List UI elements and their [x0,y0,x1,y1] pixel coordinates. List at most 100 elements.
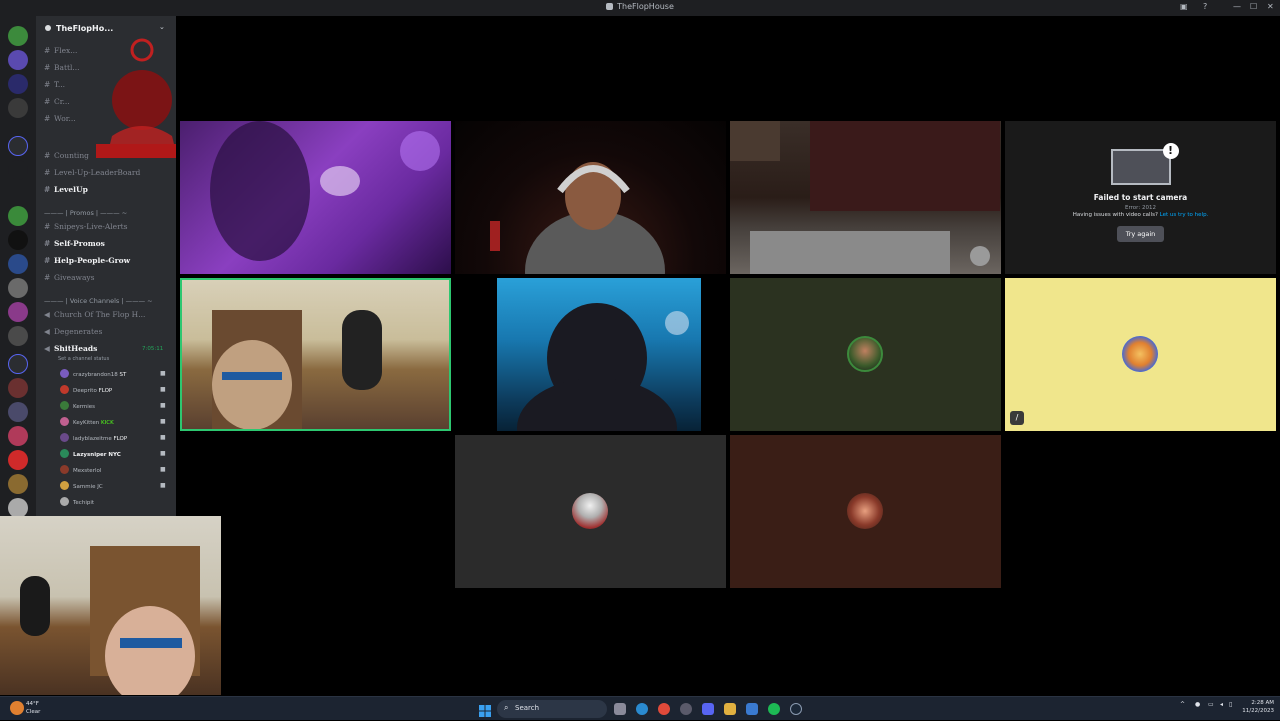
taskbar-search[interactable]: ⌕ Search [497,700,607,718]
task-view-icon[interactable] [614,703,626,715]
channel-item[interactable]: # Wor... [44,114,76,128]
edge-icon[interactable] [636,703,648,715]
avatar [60,417,69,426]
category-voice[interactable]: ——— | Voice Channels | ——— ~ [44,297,153,305]
user-tag: FLOP [98,388,113,394]
avatar-tile[interactable]: / [1005,278,1276,431]
hash-icon: # [44,239,51,248]
voice-user[interactable]: Kermies ■ [60,401,166,415]
voice-user[interactable]: Lazysniper NYC ■ [60,449,166,463]
discord-icon [606,3,614,10]
avatar-tile[interactable] [455,435,726,588]
server-icon[interactable] [8,302,28,322]
window-titlebar: TheFlopHouse ▣ ? — ☐ ✕ [0,0,1280,16]
user-name: Lazysniper [73,452,107,458]
video-tile-speaking[interactable] [180,278,451,431]
close-button[interactable]: ✕ [1267,2,1274,11]
video-tile[interactable] [730,121,1001,274]
user-name: ladyblazeitme [73,436,112,442]
server-icon[interactable] [8,26,28,46]
battery-icon[interactable]: ▯ [1229,701,1232,708]
hash-icon: # [44,80,51,89]
maximize-button[interactable]: ☐ [1250,2,1257,11]
channel-item[interactable]: # LevelUp [44,185,88,199]
server-icon[interactable] [8,426,28,446]
file-explorer-icon[interactable] [724,703,736,715]
folder-icon[interactable] [8,354,28,374]
store-icon[interactable] [746,703,758,715]
mic-icon[interactable]: ● [1195,701,1200,708]
server-icon[interactable] [8,474,28,494]
camera-help: Having issues with video calls? Let us t… [1005,212,1276,218]
server-icon[interactable] [8,50,28,70]
discord-taskbar-icon[interactable] [702,703,714,715]
network-icon[interactable]: ▭ [1208,701,1214,708]
try-again-button[interactable]: Try again [1116,226,1165,242]
volume-icon[interactable]: ◂ [1220,701,1223,708]
spotify-icon[interactable] [768,703,780,715]
voice-user[interactable]: Techipit [60,497,94,511]
hash-icon: # [44,114,51,123]
video-tile[interactable] [180,121,451,274]
server-icon[interactable] [8,254,28,274]
avatar [847,336,883,372]
channel-item[interactable]: # Snipeys-Live-Alerts [44,222,128,236]
server-icon[interactable] [8,402,28,422]
server-icon[interactable] [8,326,28,346]
spotlight-icon[interactable] [970,246,990,266]
channel-label: Degenerates [54,327,103,336]
server-icon[interactable] [8,206,28,226]
channel-status[interactable]: Set a channel status [58,356,109,362]
channel-item[interactable]: # Self-Promos [44,239,105,253]
server-icon[interactable] [8,98,28,118]
voice-channel-item[interactable]: ◀ Church Of The Flop H... [44,310,145,324]
server-icon[interactable] [8,74,28,94]
chevron-down-icon[interactable]: ⌄ [159,23,165,31]
clock-time[interactable]: 2:28 AM [1244,700,1274,706]
voice-channel-item[interactable]: ◀ Degenerates [44,327,102,341]
minimize-button[interactable]: — [1233,2,1241,11]
app-icon[interactable] [680,703,692,715]
avatar [60,465,69,474]
avatar-tile[interactable] [730,278,1001,431]
voice-user[interactable]: KeyKitten KICK ■ [60,417,166,431]
weather-icon[interactable] [10,701,24,715]
video-feed [730,121,1000,274]
weather-desc: Clear [26,709,41,715]
channel-item[interactable]: # Flex... [44,46,77,60]
server-icon[interactable] [8,450,28,470]
avatar-tile[interactable] [730,435,1001,588]
tray-chevron-icon[interactable]: ^ [1180,701,1185,708]
channel-item[interactable]: # Giveaways [44,273,95,287]
channel-item[interactable]: # Battl... [44,63,80,77]
video-tile[interactable] [497,278,701,431]
server-icon[interactable] [8,278,28,298]
voice-user[interactable]: crazybrandon18 ST ■ [60,369,166,383]
steam-icon[interactable] [790,703,802,715]
server-icon[interactable] [8,230,28,250]
video-tile[interactable] [455,121,726,274]
channel-item[interactable]: # Cr... [44,97,70,111]
folder-icon[interactable] [8,136,28,156]
camera-help-link[interactable]: Let us try to help. [1160,212,1209,218]
avatar [572,493,608,529]
inbox-icon[interactable]: ▣ [1180,2,1188,11]
voice-user[interactable]: Deeprito FLOP ■ [60,385,166,399]
help-icon[interactable]: ? [1203,2,1207,11]
clock-date[interactable]: 11/22/2023 [1236,708,1274,714]
voice-user[interactable]: Sammie JC ■ [60,481,166,495]
server-icon[interactable] [8,498,28,518]
channel-item[interactable]: # T... [44,80,65,94]
voice-user[interactable]: ladyblazeitme FLOP ■ [60,433,166,447]
channel-item[interactable]: # Level-Up-LeaderBoard [44,168,140,182]
user-name: Kermies [73,404,96,410]
server-badge-icon [45,25,51,31]
windows-start-icon[interactable] [479,702,491,717]
server-icon[interactable] [8,378,28,398]
chrome-icon[interactable] [658,703,670,715]
voice-user[interactable]: Mexsterlol ■ [60,465,166,479]
channel-item[interactable]: # Help-People-Grow [44,256,130,270]
channel-item[interactable]: # Counting [44,151,89,165]
server-icon[interactable] [8,160,28,180]
category-promos[interactable]: ——— | Promos | ——— ~ [44,209,127,217]
